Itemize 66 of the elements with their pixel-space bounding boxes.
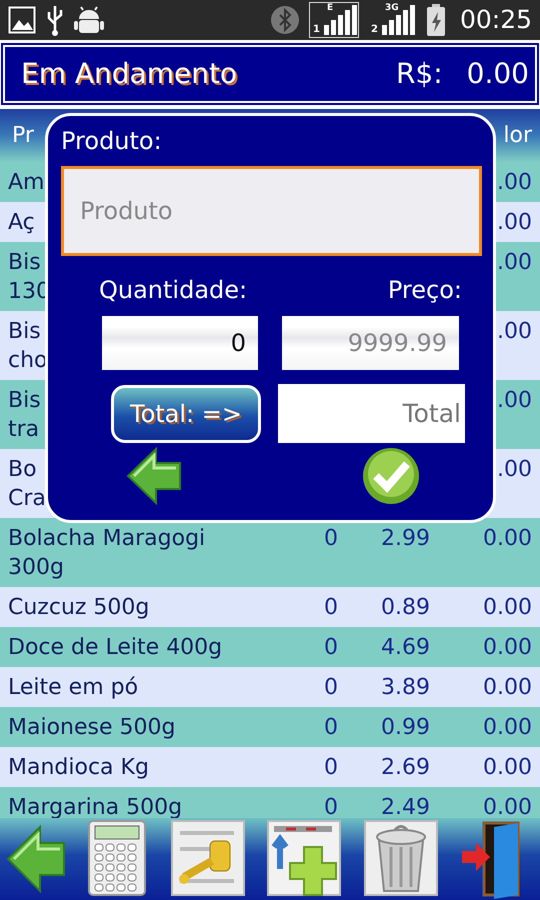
quantity-input[interactable]: 0 xyxy=(102,316,258,370)
product-name: Bolacha Maragogi 300g xyxy=(8,525,206,582)
product-name: Leite em pó xyxy=(8,674,138,702)
product-name: Maionese 500g xyxy=(8,714,176,742)
table-row[interactable]: Mandioca Kg 0 2.69 0.00 xyxy=(0,747,540,787)
quantity-cell-text: 0 xyxy=(324,754,338,782)
column-heading: lor xyxy=(503,122,532,150)
value-cell-text: 0.00 xyxy=(483,674,532,702)
value-cell-text: .00 xyxy=(497,169,532,197)
quantity-cell-text: 0 xyxy=(324,714,338,742)
price-input[interactable]: 9999.99 xyxy=(282,316,459,370)
product-name: Mandioca Kg xyxy=(8,754,149,782)
value-cell-text: 0.00 xyxy=(483,634,532,662)
total-input[interactable]: Total xyxy=(278,384,465,443)
usb-icon xyxy=(46,4,64,36)
quantity-cell-text: 0 xyxy=(324,634,338,662)
quantity-cell-text: 0 xyxy=(324,674,338,702)
check-icon[interactable] xyxy=(362,447,420,505)
value-cell-text: .00 xyxy=(497,249,532,277)
battery-charging-icon xyxy=(426,3,446,37)
price-cell-text: 2.69 xyxy=(381,754,430,782)
clock: 00:25 xyxy=(460,4,532,36)
total-amount: 0.00 xyxy=(466,57,529,90)
table-row[interactable]: Cuzcuz 500g 0 0.89 0.00 xyxy=(0,587,540,627)
price-cell-text: 0.89 xyxy=(381,594,430,622)
price-cell-text: 2.49 xyxy=(381,794,430,818)
price-cell-text: 3.89 xyxy=(381,674,430,702)
image-icon xyxy=(8,6,36,34)
product-name: Bo Cra xyxy=(8,456,46,513)
value-cell-text: .00 xyxy=(497,387,532,415)
add-document-icon[interactable] xyxy=(266,819,342,899)
back-arrow-icon[interactable] xyxy=(126,447,182,505)
value-cell-text: 0.00 xyxy=(483,594,532,622)
value-cell-text: 0.00 xyxy=(483,754,532,782)
value-cell-text: .00 xyxy=(497,318,532,346)
field-label: Produto: xyxy=(61,126,163,156)
field-label: Preço: xyxy=(388,275,462,306)
product-name: Aç xyxy=(8,209,35,237)
screen-title: Em Andamento xyxy=(21,56,238,92)
value-cell-text: .00 xyxy=(497,456,532,484)
trash-icon[interactable] xyxy=(363,819,440,899)
robot-icon xyxy=(74,5,104,35)
calculator-icon[interactable] xyxy=(86,819,149,899)
table-row[interactable]: Leite em pó 0 3.89 0.00 xyxy=(0,667,540,707)
price-cell-text: 4.69 xyxy=(381,634,430,662)
quantity-cell-text: 0 xyxy=(324,594,338,622)
quantity-cell-text: 0 xyxy=(324,794,338,818)
price-cell-text: 2.99 xyxy=(381,525,430,553)
product-name: Doce de Leite 400g xyxy=(8,634,222,662)
product-name: Bis tra xyxy=(8,387,41,444)
product-input[interactable]: Produto xyxy=(61,166,482,256)
product-name: Cuzcuz 500g xyxy=(8,594,150,622)
column-heading: Pr xyxy=(12,122,34,150)
total-label: R$: xyxy=(396,57,443,90)
product-name: Am xyxy=(8,169,44,197)
bluetooth-icon xyxy=(270,5,300,35)
key-icon[interactable] xyxy=(170,819,246,899)
value-cell-text: 0.00 xyxy=(483,525,532,553)
quantity-cell-text: 0 xyxy=(324,525,338,553)
total-button[interactable]: Total: => xyxy=(111,384,261,442)
price-cell-text: 0.99 xyxy=(381,714,430,742)
value-cell-text: .00 xyxy=(497,209,532,237)
value-cell-text: 0.00 xyxy=(483,714,532,742)
value-cell-text: 0.00 xyxy=(483,794,532,818)
product-name: Bis cho xyxy=(8,318,48,375)
field-label: Quantidade: xyxy=(99,275,248,306)
